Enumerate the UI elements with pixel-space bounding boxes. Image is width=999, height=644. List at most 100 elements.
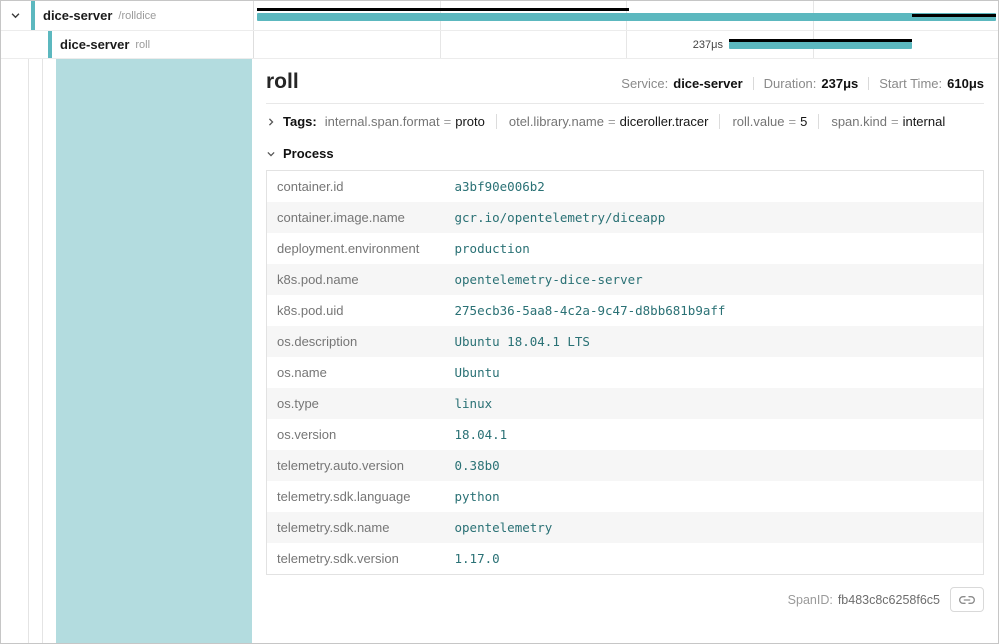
stat-value: 610μs [947, 76, 984, 91]
indent-guide [1, 59, 29, 643]
indent-guide [43, 59, 56, 643]
process-row: container.image.namegcr.io/opentelemetry… [267, 202, 984, 233]
process-key: k8s.pod.uid [267, 295, 445, 326]
process-value: Ubuntu [445, 357, 984, 388]
tag-value: internal [903, 114, 946, 129]
process-key: os.type [267, 388, 445, 419]
parent-span-bar[interactable] [257, 13, 996, 21]
stat-value: 237μs [821, 76, 858, 91]
span-name-cell[interactable]: dice-server /rolldice [1, 1, 253, 30]
tag-item: roll.value =5 [719, 114, 807, 129]
span-color-bar [48, 31, 52, 58]
process-row: os.version18.04.1 [267, 419, 984, 450]
process-value: opentelemetry [445, 512, 984, 543]
span-color-bar [31, 1, 35, 30]
process-table-body: container.ida3bf90e006b2container.image.… [267, 171, 984, 575]
indent-guide [29, 59, 43, 643]
trace-body: roll Service: dice-server Duration: 237μs … [1, 59, 998, 643]
span-detail-header: roll Service: dice-server Duration: 237μs … [266, 69, 984, 104]
process-value: python [445, 481, 984, 512]
process-value: Ubuntu 18.04.1 LTS [445, 326, 984, 357]
critical-path-segment [912, 14, 996, 17]
span-name-cell[interactable]: dice-server roll [1, 31, 253, 58]
process-value: 275ecb36-5aa8-4c2a-9c47-d8bb681b9aff [445, 295, 984, 326]
tag-key: otel.library.name [509, 114, 604, 129]
tag-value: diceroller.tracer [620, 114, 709, 129]
process-row: telemetry.sdk.nameopentelemetry [267, 512, 984, 543]
process-key: os.description [267, 326, 445, 357]
tag-equals: = [789, 114, 797, 129]
service-name: dice-server [60, 37, 129, 52]
tags-accordion-toggle[interactable]: Tags: internal.span.format=protootel.lib… [266, 104, 984, 138]
span-detail-panel: roll Service: dice-server Duration: 237μs … [252, 59, 998, 643]
process-table: container.ida3bf90e006b2container.image.… [266, 170, 984, 575]
process-key: telemetry.sdk.version [267, 543, 445, 575]
link-icon [959, 592, 975, 608]
process-value: gcr.io/opentelemetry/diceapp [445, 202, 984, 233]
span-duration-label: 237μs [631, 38, 723, 52]
process-row: k8s.pod.nameopentelemetry-dice-server [267, 264, 984, 295]
operation-name: roll [135, 39, 150, 51]
tag-equals: = [444, 114, 452, 129]
process-value: a3bf90e006b2 [445, 171, 984, 203]
process-row: telemetry.auto.version0.38b0 [267, 450, 984, 481]
tag-key: internal.span.format [325, 114, 440, 129]
process-row: container.ida3bf90e006b2 [267, 171, 984, 203]
stat-label: Service: [621, 76, 668, 91]
tag-value: proto [455, 114, 485, 129]
process-row: telemetry.sdk.version1.17.0 [267, 543, 984, 575]
selected-span-strip[interactable] [56, 59, 252, 643]
chevron-right-icon [266, 117, 276, 127]
tag-item: internal.span.format =proto [325, 114, 485, 129]
tag-key: roll.value [732, 114, 784, 129]
span-timeline-header: dice-server /rolldice dice-server roll 2… [1, 1, 998, 59]
deep-link-button[interactable] [950, 587, 984, 612]
process-label: Process [283, 146, 334, 161]
process-value: linux [445, 388, 984, 419]
process-key: telemetry.auto.version [267, 450, 445, 481]
process-accordion-toggle[interactable]: Process [266, 138, 984, 161]
tag-value: 5 [800, 114, 807, 129]
process-row: deployment.environmentproduction [267, 233, 984, 264]
process-key: telemetry.sdk.name [267, 512, 445, 543]
process-row: k8s.pod.uid275ecb36-5aa8-4c2a-9c47-d8bb6… [267, 295, 984, 326]
span-title: roll [266, 69, 299, 95]
process-row: telemetry.sdk.languagepython [267, 481, 984, 512]
process-key: telemetry.sdk.language [267, 481, 445, 512]
stat-separator [868, 77, 869, 90]
stat-start-time: Start Time: 610μs [879, 76, 984, 91]
process-row: os.nameUbuntu [267, 357, 984, 388]
selected-span-bar[interactable] [729, 42, 912, 49]
process-key: os.version [267, 419, 445, 450]
stat-label: Start Time: [879, 76, 942, 91]
tags-list: internal.span.format=protootel.library.n… [325, 114, 946, 129]
process-row: os.descriptionUbuntu 18.04.1 LTS [267, 326, 984, 357]
process-value: 0.38b0 [445, 450, 984, 481]
process-row: os.typelinux [267, 388, 984, 419]
process-key: container.id [267, 171, 445, 203]
process-value: 1.17.0 [445, 543, 984, 575]
process-key: k8s.pod.name [267, 264, 445, 295]
tag-equals: = [608, 114, 616, 129]
span-id-value: fb483c8c6258f6c5 [838, 593, 940, 607]
tag-equals: = [891, 114, 899, 129]
tag-key: span.kind [831, 114, 887, 129]
stat-separator [753, 77, 754, 90]
process-key: os.name [267, 357, 445, 388]
tag-item: otel.library.name = diceroller.tracer [496, 114, 709, 129]
collapse-chevron-icon[interactable] [8, 10, 22, 21]
process-value: production [445, 233, 984, 264]
critical-path-segment [257, 8, 629, 11]
stat-label: Duration: [764, 76, 817, 91]
process-value: opentelemetry-dice-server [445, 264, 984, 295]
process-key: container.image.name [267, 202, 445, 233]
chevron-down-icon [266, 149, 276, 159]
stat-value: dice-server [673, 76, 742, 91]
jaeger-trace-detail-view: dice-server /rolldice dice-server roll 2… [0, 0, 999, 644]
span-stats: Service: dice-server Duration: 237μs Start… [621, 76, 984, 91]
stat-service: Service: dice-server [621, 76, 742, 91]
span-detail-footer: SpanID: fb483c8c6258f6c5 [266, 587, 984, 612]
tags-label: Tags: [283, 114, 317, 129]
operation-name: /rolldice [118, 10, 156, 22]
tag-item: span.kind = internal [818, 114, 945, 129]
